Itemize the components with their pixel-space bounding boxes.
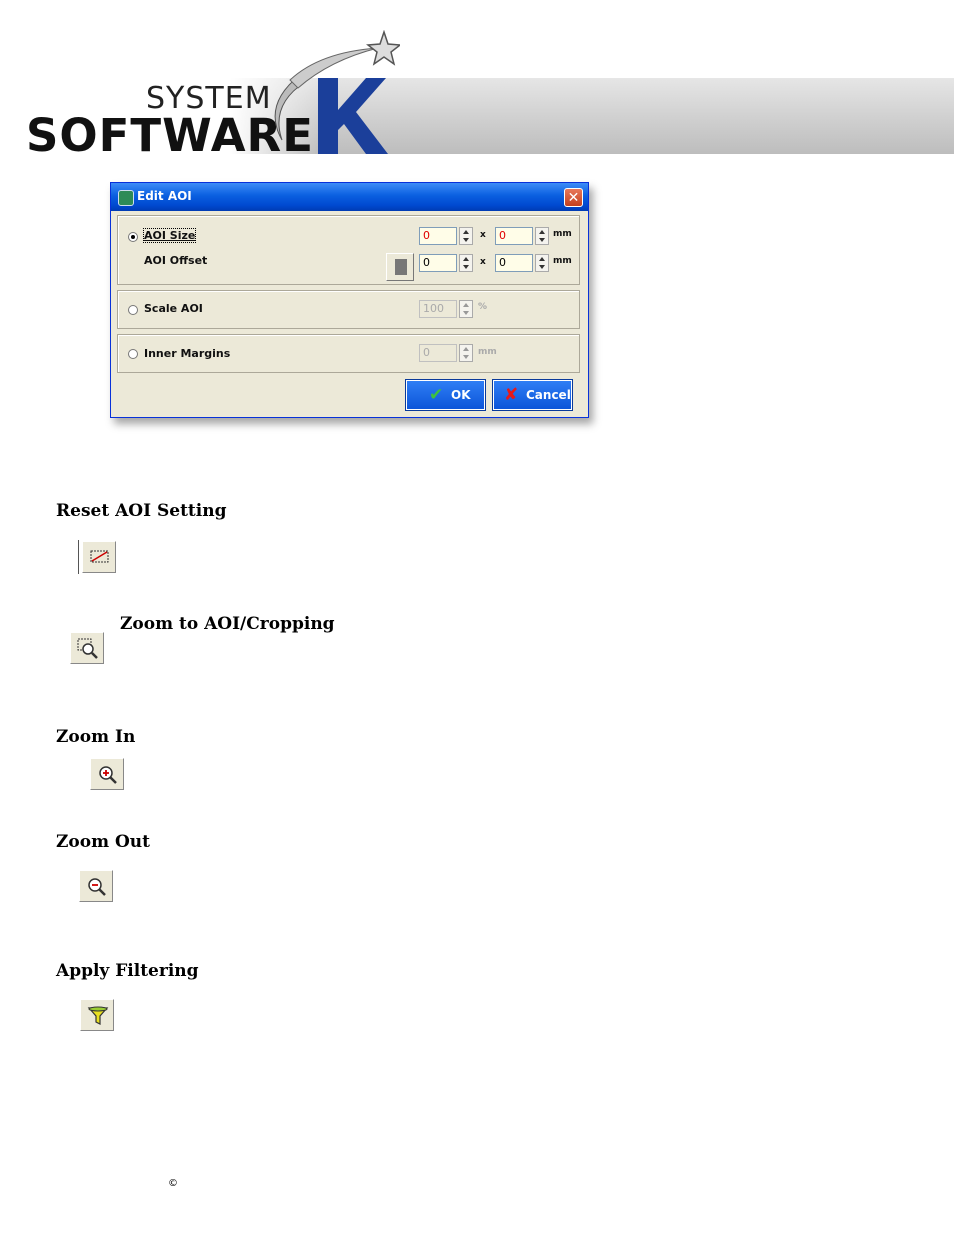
aoi-width-input[interactable]: 0 (419, 227, 457, 245)
zoom-out-icon[interactable] (79, 870, 113, 902)
scale-input[interactable]: 100 (419, 300, 457, 318)
zoom-to-aoi-heading: Zoom to AOI/Cropping (120, 614, 335, 634)
scale-aoi-group: Scale AOI 100 % (117, 290, 580, 329)
zoom-in-icon[interactable] (90, 758, 124, 790)
inner-margins-radio[interactable] (128, 349, 138, 359)
offset-y-spinner[interactable] (535, 254, 549, 272)
scale-spinner[interactable] (459, 300, 473, 318)
offset-y-input[interactable]: 0 (495, 254, 533, 272)
cancel-button[interactable]: ✘ Cancel (492, 379, 573, 411)
close-button[interactable]: ✕ (564, 188, 583, 207)
cancel-label: Cancel (526, 388, 571, 402)
copyright-symbol: © (168, 1178, 178, 1189)
dialog-titlebar[interactable]: Edit AOI ✕ (111, 183, 588, 211)
inner-margins-label: Inner Margins (144, 347, 231, 360)
aoi-height-input[interactable]: 0 (495, 227, 533, 245)
zoom-in-heading: Zoom In (56, 727, 136, 747)
dialog-title: Edit AOI (137, 189, 192, 203)
zoom-out-heading: Zoom Out (56, 832, 151, 852)
edit-aoi-dialog: Edit AOI ✕ AOI Size AOI Offset 0 x 0 mm … (110, 182, 589, 418)
x-icon: ✘ (504, 385, 519, 405)
aoi-size-label: AOI Size (142, 228, 197, 243)
ok-label: OK (451, 388, 471, 402)
zoom-to-aoi-icon[interactable] (70, 632, 104, 664)
margins-input[interactable]: 0 (419, 344, 457, 362)
offset-separator: x (480, 257, 486, 267)
checkmark-icon: ✔ (429, 385, 444, 405)
scale-aoi-radio[interactable] (128, 305, 138, 315)
offset-unit: mm (553, 256, 572, 266)
offset-x-input[interactable]: 0 (419, 254, 457, 272)
logo-k-icon (274, 30, 400, 154)
reset-aoi-heading: Reset AOI Setting (56, 501, 227, 521)
app-icon (118, 190, 134, 206)
ok-button[interactable]: ✔ OK (405, 379, 486, 411)
reset-aoi-icon[interactable] (82, 541, 116, 573)
aoi-offset-label: AOI Offset (144, 254, 208, 267)
aoi-size-radio[interactable] (128, 232, 138, 242)
margins-spinner[interactable] (459, 344, 473, 362)
aoi-height-spinner[interactable] (535, 227, 549, 245)
inner-margins-group: Inner Margins 0 mm (117, 334, 580, 373)
margins-unit: mm (478, 347, 497, 357)
toolbar-separator (78, 540, 79, 574)
page-size-button[interactable] (386, 253, 414, 281)
aoi-width-spinner[interactable] (459, 227, 473, 245)
filter-icon[interactable] (80, 999, 114, 1031)
apply-filtering-heading: Apply Filtering (56, 961, 199, 981)
aoi-size-group: AOI Size AOI Offset 0 x 0 mm 0 x 0 mm (117, 215, 580, 285)
offset-x-spinner[interactable] (459, 254, 473, 272)
size-separator: x (480, 230, 486, 240)
size-unit: mm (553, 229, 572, 239)
scale-aoi-label: Scale AOI (144, 302, 203, 315)
scale-unit: % (478, 302, 488, 312)
page-icon (395, 259, 407, 275)
